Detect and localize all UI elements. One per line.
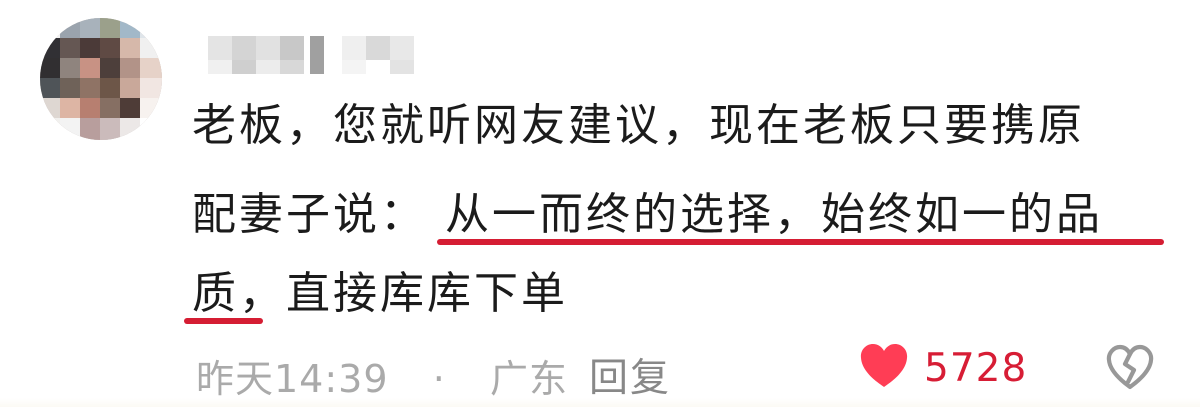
meta-separator: · bbox=[432, 357, 446, 401]
username[interactable] bbox=[208, 33, 422, 78]
comment-line-1: 老板，您就听网友建议，现在老板只要携原 bbox=[192, 100, 1085, 151]
comment-time: 昨天14:39 bbox=[196, 357, 389, 401]
like-count: 5728 bbox=[924, 346, 1028, 391]
highlight-underline-1 bbox=[437, 239, 1164, 245]
comment-meta: 昨天14:39 · 广东 bbox=[196, 348, 568, 401]
comment-line-3-after: ，直接库库下单 bbox=[239, 268, 568, 319]
broken-heart-icon bbox=[1106, 344, 1154, 390]
pixelated-avatar-image bbox=[40, 18, 162, 140]
user-avatar[interactable] bbox=[40, 18, 162, 140]
comment-location: 广东 bbox=[489, 357, 568, 401]
comment-line-3-highlight: 质 bbox=[192, 268, 239, 319]
comment-line-2-highlight: 从一而终的选择，始终如一的品 bbox=[445, 189, 1103, 240]
bottom-edge-decoration bbox=[0, 398, 1200, 407]
highlight-underline-2 bbox=[184, 318, 263, 324]
dislike-button[interactable] bbox=[1104, 342, 1156, 394]
reply-button[interactable]: 回复 bbox=[589, 347, 671, 401]
comment-line-2-before: 配妻子说： bbox=[192, 189, 427, 240]
like-button[interactable]: 5728 bbox=[856, 338, 1026, 396]
pixelated-username-text bbox=[208, 33, 422, 78]
heart-icon bbox=[860, 344, 908, 387]
comment-card: 老板，您就听网友建议，现在老板只要携原 配妻子说： 从一而终的选择，始终如一的品… bbox=[0, 0, 1200, 407]
